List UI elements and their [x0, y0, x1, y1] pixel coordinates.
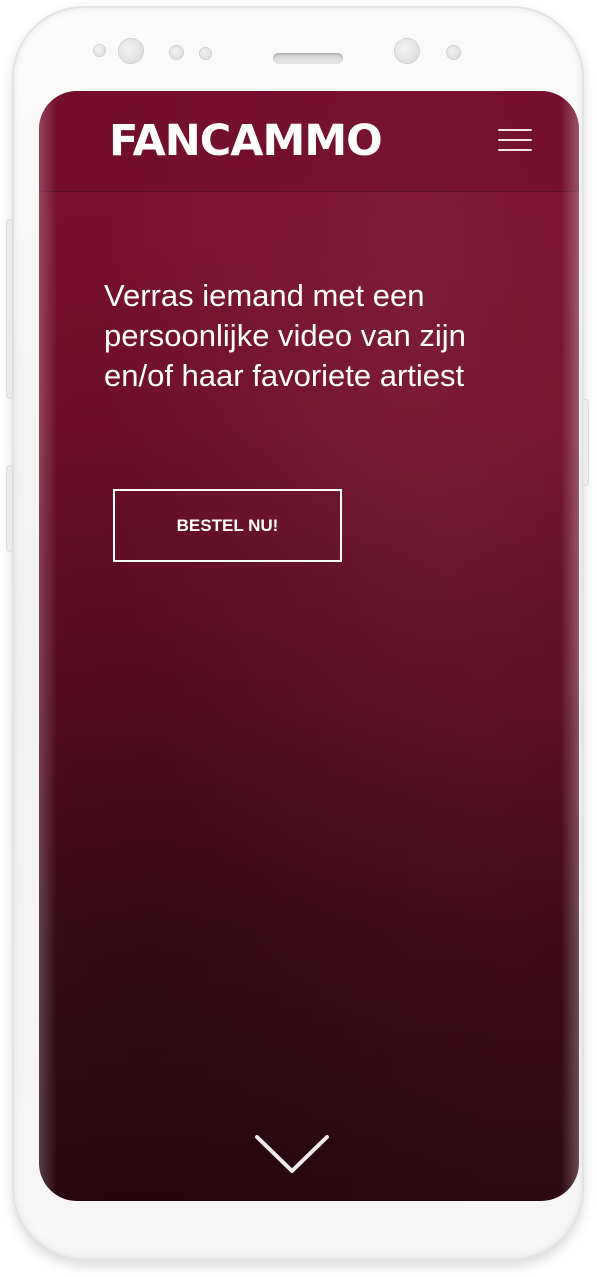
site-header: FANCAMMO — [39, 91, 579, 192]
order-now-button[interactable]: BESTEL NU! — [113, 489, 342, 562]
hero-headline: Verras iemand met een persoonlijke video… — [104, 278, 466, 393]
chevron-down-icon[interactable] — [254, 1131, 334, 1181]
fancammo-logo[interactable]: FANCAMMO — [109, 113, 383, 169]
iris-scanner — [395, 39, 419, 63]
sensor-dot — [94, 45, 105, 56]
bixby-button — [7, 466, 12, 551]
hamburger-menu-icon[interactable] — [496, 125, 534, 155]
phone-screen: FANCAMMO Verras iemand met een persoonli… — [39, 91, 579, 1201]
earpiece-speaker — [273, 53, 343, 64]
phone-frame: FANCAMMO Verras iemand met een persoonli… — [7, 8, 588, 1258]
sensor-dot — [447, 46, 460, 59]
sensor-dot — [170, 46, 183, 59]
sensor-dot — [200, 48, 211, 59]
front-camera — [119, 39, 143, 63]
volume-button — [7, 220, 12, 398]
power-button — [583, 400, 588, 485]
